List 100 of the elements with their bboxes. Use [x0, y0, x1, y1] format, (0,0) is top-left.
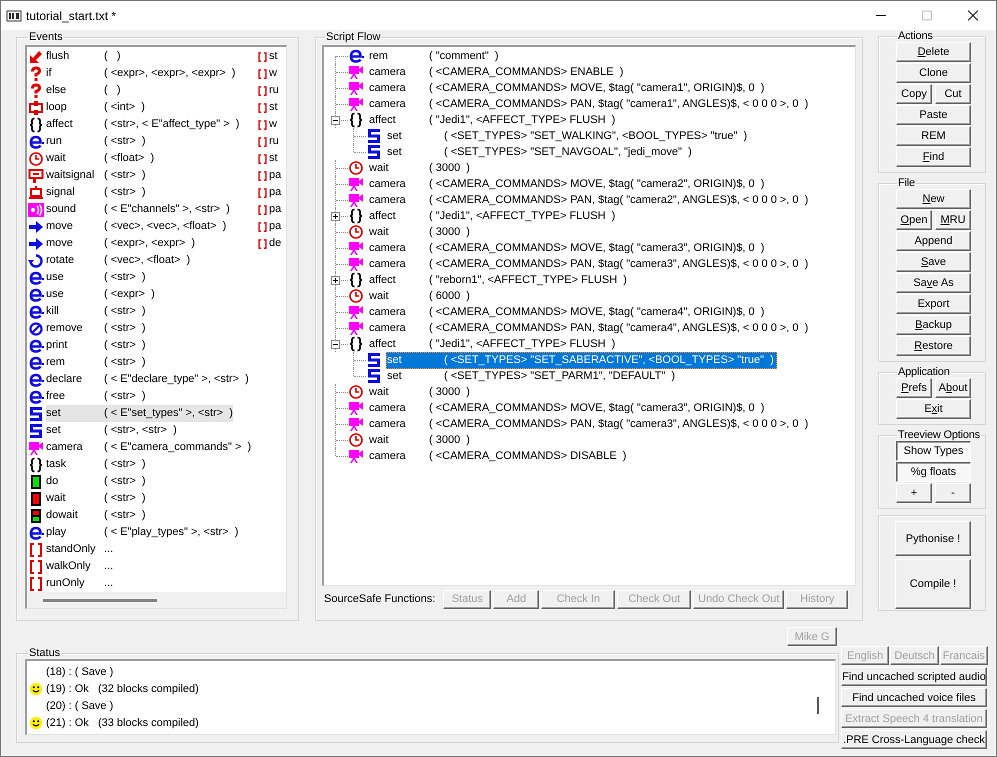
scrollbar-thumb[interactable] — [817, 697, 819, 714]
tree-item[interactable]: camera ( <CAMERA_COMMANDS> PAN, $tag( "camera3", ANGLES)$, < 0 0 0 >, 0 ) — [368, 416, 812, 432]
event-item[interactable]: set ( <str>, <str> ) — [27, 422, 256, 439]
action-button[interactable]: + — [896, 483, 932, 503]
tool-button[interactable]: .PRE Cross-Language check — [841, 730, 987, 749]
action-button[interactable]: %g floats — [896, 462, 971, 482]
event-item[interactable]: runOnly ... — [27, 575, 256, 592]
event-item[interactable]: declare ( < E"declare_type" >, <str> ) — [27, 371, 256, 388]
event-item[interactable]: use ( <str> ) — [27, 269, 256, 286]
action-button[interactable]: Clone — [896, 63, 971, 83]
event-item[interactable]: if ( <expr>, <expr>, <expr> ) — [27, 65, 256, 82]
event-item[interactable]: use ( <expr> ) — [27, 286, 256, 303]
tree-item[interactable]: camera ( <CAMERA_COMMANDS> PAN, $tag( "camera4", ANGLES)$, < 0 0 0 >, 0 ) — [368, 320, 812, 336]
event-item[interactable]: standOnly ... — [27, 541, 256, 558]
tree-item[interactable]: set ( <SET_TYPES> "SET_NAVGOAL", "jedi_move" ) — [386, 144, 695, 160]
action-button[interactable]: Backup — [896, 315, 971, 335]
action-button[interactable]: - — [935, 483, 971, 503]
tree-item[interactable]: wait ( 3000 ) — [368, 160, 473, 176]
event-item[interactable]: waitsignal ( <str> ) — [27, 167, 256, 184]
action-button[interactable]: Paste — [896, 105, 971, 125]
tool-button[interactable]: Find uncached voice files — [841, 688, 987, 707]
action-button[interactable]: Save As — [896, 273, 971, 293]
event-item[interactable]: move ( <vec>, <vec>, <float> ) — [27, 218, 256, 235]
event-item[interactable]: w — [256, 116, 284, 133]
action-button[interactable]: Save — [896, 252, 971, 272]
tree-item[interactable]: affect ( "reborn1", <AFFECT_TYPE> FLUSH ) — [368, 272, 630, 288]
event-item[interactable]: walkOnly ... — [27, 558, 256, 575]
event-item[interactable]: st — [256, 99, 284, 116]
tree-item[interactable]: camera ( <CAMERA_COMMANDS> ENABLE ) — [368, 64, 626, 80]
tree-item[interactable]: wait ( 6000 ) — [368, 288, 473, 304]
event-item[interactable]: wait ( <float> ) — [27, 150, 256, 167]
tree-item[interactable]: camera ( <CAMERA_COMMANDS> MOVE, $tag( "camera2", ORIGIN)$, 0 ) — [368, 176, 768, 192]
event-item[interactable]: affect ( <str>, < E"affect_type" > ) — [27, 116, 256, 133]
compile-button[interactable]: Compile ! — [895, 559, 971, 609]
event-item[interactable]: set ( < E"set_types" >, <str> ) — [27, 405, 256, 422]
tree-item[interactable]: camera ( <CAMERA_COMMANDS> MOVE, $tag( "camera4", ORIGIN)$, 0 ) — [368, 304, 768, 320]
event-item[interactable]: wait ( <str> ) — [27, 490, 256, 507]
action-button[interactable]: Append — [896, 231, 971, 251]
event-item[interactable]: pa — [256, 167, 284, 184]
event-item[interactable]: pa — [256, 218, 284, 235]
event-item[interactable]: remove ( <str> ) — [27, 320, 256, 337]
event-item[interactable]: signal ( <str> ) — [27, 184, 256, 201]
action-button[interactable]: New — [896, 189, 971, 209]
tree-item[interactable]: wait ( 3000 ) — [368, 224, 473, 240]
scrollbar-thumb[interactable] — [43, 599, 157, 602]
event-item[interactable]: pa — [256, 201, 284, 218]
event-item[interactable]: rotate ( <vec>, <float> ) — [27, 252, 256, 269]
collapse-toggle[interactable] — [331, 340, 340, 349]
event-item[interactable]: camera ( < E"camera_commands" > ) — [27, 439, 256, 456]
tool-button[interactable]: Find uncached scripted audio — [841, 667, 987, 686]
event-item[interactable]: loop ( <int> ) — [27, 99, 256, 116]
event-item[interactable]: kill ( <str> ) — [27, 303, 256, 320]
action-button[interactable]: Prefs — [896, 378, 932, 398]
tree-item[interactable]: camera ( <CAMERA_COMMANDS> MOVE, $tag( "camera3", ORIGIN)$, 0 ) — [368, 240, 768, 256]
event-item[interactable]: free ( <str> ) — [27, 388, 256, 405]
event-item[interactable]: print ( <str> ) — [27, 337, 256, 354]
event-item[interactable]: pa — [256, 184, 284, 201]
expand-toggle[interactable] — [331, 276, 340, 285]
tree-item[interactable]: set ( <SET_TYPES> "SET_SABERACTIVE", <BOOL_TYPES> "true" ) — [386, 352, 777, 368]
event-item[interactable]: ru — [256, 82, 284, 99]
action-button[interactable]: REM — [896, 126, 971, 146]
pythonise-button[interactable]: Pythonise ! — [895, 521, 971, 556]
action-button[interactable]: Copy — [896, 84, 932, 104]
tree-item[interactable]: set ( <SET_TYPES> "SET_WALKING", <BOOL_TYPES> "true" ) — [386, 128, 750, 144]
event-item[interactable]: st — [256, 150, 284, 167]
action-button[interactable]: Open — [896, 210, 932, 230]
event-item[interactable]: st — [256, 48, 284, 65]
expand-toggle[interactable] — [331, 212, 340, 221]
event-item[interactable]: play ( < E"play_types" >, <str> ) — [27, 524, 256, 541]
event-item[interactable]: w — [256, 65, 284, 82]
tree-item[interactable]: affect ( "Jedi1", <AFFECT_TYPE> FLUSH ) — [368, 336, 618, 352]
tree-item[interactable]: affect ( "Jedi1", <AFFECT_TYPE> FLUSH ) — [368, 208, 618, 224]
tree-item[interactable]: wait ( 3000 ) — [368, 432, 473, 448]
event-item[interactable]: dowait ( <str> ) — [27, 507, 256, 524]
event-item[interactable]: do ( <str> ) — [27, 473, 256, 490]
action-button[interactable]: Exit — [896, 399, 971, 419]
tree-item[interactable]: camera ( <CAMERA_COMMANDS> PAN, $tag( "camera2", ANGLES)$, < 0 0 0 >, 0 ) — [368, 192, 812, 208]
action-button[interactable]: Show Types — [896, 441, 971, 461]
action-button[interactable]: Restore — [896, 336, 971, 356]
event-item[interactable]: ru — [256, 133, 284, 150]
tree-item[interactable]: camera ( <CAMERA_COMMANDS> PAN, $tag( "camera1", ANGLES)$, < 0 0 0 >, 0 ) — [368, 96, 812, 112]
action-button[interactable]: About — [935, 378, 971, 398]
tree-item[interactable]: rem ( "comment" ) — [368, 48, 502, 64]
tree-item[interactable]: camera ( <CAMERA_COMMANDS> DISABLE ) — [368, 448, 630, 464]
tree-item[interactable]: camera ( <CAMERA_COMMANDS> PAN, $tag( "camera3", ANGLES)$, < 0 0 0 >, 0 ) — [368, 256, 812, 272]
collapse-toggle[interactable] — [331, 116, 340, 125]
event-item[interactable]: rem ( <str> ) — [27, 354, 256, 371]
tree-item[interactable]: camera ( <CAMERA_COMMANDS> MOVE, $tag( "camera1", ORIGIN)$, 0 ) — [368, 80, 768, 96]
event-item[interactable]: run ( <str> ) — [27, 133, 256, 150]
event-item[interactable]: task ( <str> ) — [27, 456, 256, 473]
event-item[interactable]: else ( ) — [27, 82, 256, 99]
action-button[interactable]: Find — [896, 147, 971, 167]
event-item[interactable]: flush ( ) — [27, 48, 256, 65]
action-button[interactable]: Cut — [935, 84, 971, 104]
action-button[interactable]: Export — [896, 294, 971, 314]
tree-item[interactable]: wait ( 3000 ) — [368, 384, 473, 400]
event-item[interactable]: de — [256, 235, 284, 252]
action-button[interactable]: MRU — [935, 210, 971, 230]
action-button[interactable]: Delete — [896, 42, 971, 62]
tree-item[interactable]: affect ( "Jedi1", <AFFECT_TYPE> FLUSH ) — [368, 112, 618, 128]
